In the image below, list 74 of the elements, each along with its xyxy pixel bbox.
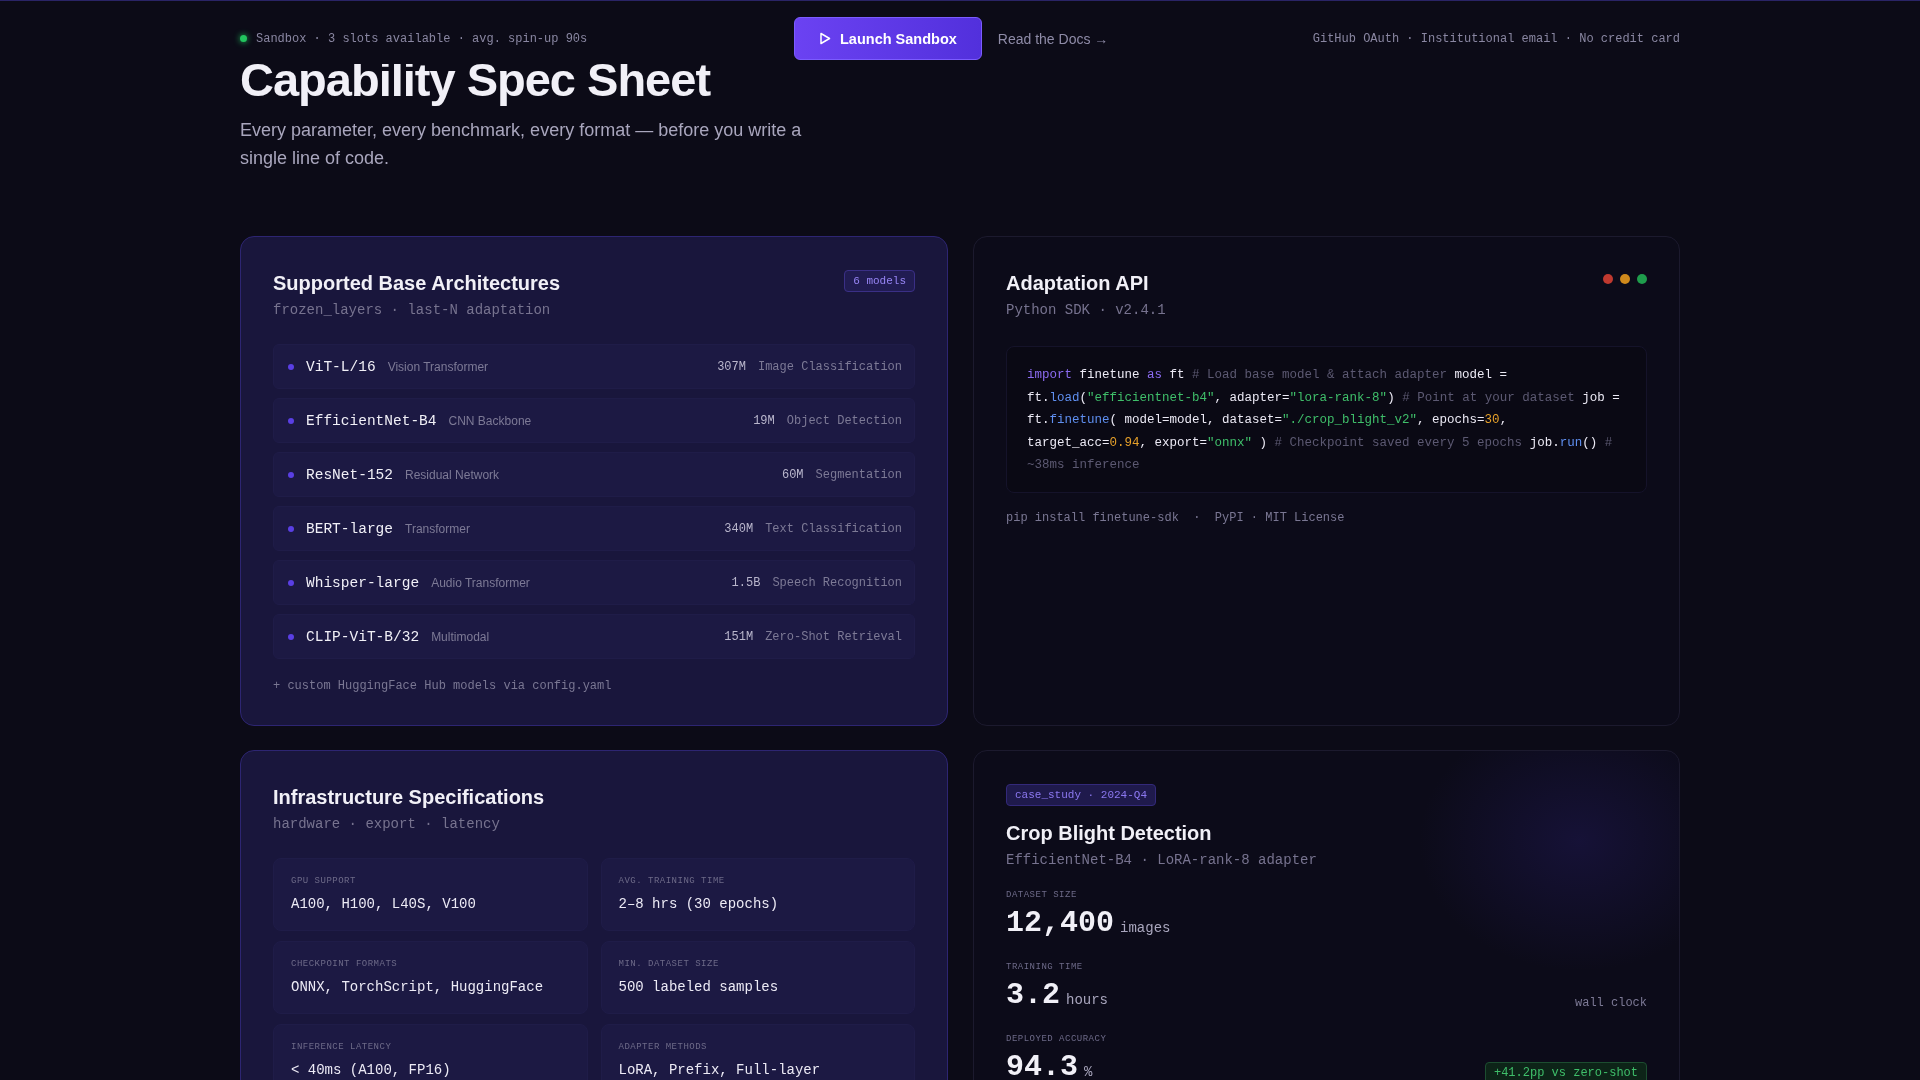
code-block: import finetune as ft # Load base model & attach adapter model = ft.load("efficientnet-b4", adapter="lora-rank-8") # Point at your dataset job = ft.finetune( model=model, dataset="./crop_blight_v2", epochs=30, target_acc=0.94, export="onnx" ) # Checkpoint saved every 5 epochs job.run() # ~38ms inference <box>1006 346 1647 493</box>
spec-label: CHECKPOINT FORMATS <box>291 959 399 969</box>
metric-value: 12,400 <box>1006 906 1115 940</box>
page-subtitle: Every parameter, every benchmark, every format — before you write a single line of code. <box>240 119 803 170</box>
model-family: Transformer <box>405 521 470 536</box>
install-note: pip install finetune-sdk · PyPI · MIT License <box>1006 510 1346 525</box>
metric-label: TRAINING TIME <box>1006 962 1084 972</box>
model-params: 307M <box>717 359 746 374</box>
status-dot <box>240 35 247 42</box>
spec-value: < 40ms (A100, FP16) <box>291 1062 452 1078</box>
model-family: Residual Network <box>405 467 500 482</box>
card-subtitle: frozen_layers · last-N adaptation <box>273 302 552 318</box>
spec-value: 500 labeled samples <box>618 979 780 995</box>
model-params: 60M <box>781 467 804 482</box>
metric-unit: hours <box>1066 992 1109 1008</box>
model-task: Speech Recognition <box>772 575 902 590</box>
auth-info: GitHub OAuth · Institutional email · No credit card <box>1312 31 1680 46</box>
spec-label: ADAPTER METHODS <box>618 1042 708 1052</box>
model-family: Multimodal <box>431 629 490 644</box>
bullet-icon <box>288 633 294 640</box>
card-subtitle: EfficientNet-B4 · LoRA-rank-8 adapter <box>1006 852 1318 868</box>
model-family: CNN Backbone <box>448 413 532 428</box>
metric-value: 3.2 <box>1006 978 1060 1012</box>
model-task: Text Classification <box>765 521 902 536</box>
model-name: ViT-L/16 <box>306 358 376 375</box>
model-task: Segmentation <box>815 467 902 482</box>
bullet-icon <box>288 579 294 586</box>
spec-label: AVG. TRAINING TIME <box>618 876 726 886</box>
card-title: Supported Base Architectures <box>273 271 561 296</box>
model-params: 340M <box>724 521 754 536</box>
docs-link[interactable]: Read the Docs → <box>997 30 1109 47</box>
bullet-icon <box>288 525 294 532</box>
bullet-icon <box>288 417 294 424</box>
metric-value: 94.3 <box>1006 1050 1078 1080</box>
launch-sandbox-button[interactable]: Launch Sandbox <box>794 17 982 60</box>
model-task: Zero-Shot Retrieval <box>765 629 902 644</box>
bullet-icon <box>288 363 294 370</box>
spec-value: 2–8 hrs (30 epochs) <box>618 896 780 912</box>
model-name: ResNet-152 <box>306 466 393 483</box>
metric-unit: % <box>1084 1064 1093 1080</box>
spec-value: ONNX, TorchScript, HuggingFace <box>291 979 545 995</box>
model-name: CLIP-ViT-B/32 <box>306 628 420 645</box>
metric-label: DEPLOYED ACCURACY <box>1006 1034 1108 1044</box>
model-family: Vision Transformer <box>387 359 489 374</box>
delta-badge: +41.2pp vs zero-shot <box>1484 1062 1647 1080</box>
model-name: Whisper-large <box>306 574 420 591</box>
spec-value: A100, H100, L40S, V100 <box>291 896 477 912</box>
card-title: Crop Blight Detection <box>1006 821 1213 846</box>
custom-models-note: + custom HuggingFace Hub models via config.yaml <box>273 679 613 693</box>
metric-label: DATASET SIZE <box>1006 890 1078 900</box>
spec-label: GPU SUPPORT <box>291 876 357 886</box>
spec-label: MIN. DATASET SIZE <box>618 959 720 969</box>
page-title: Capability Spec Sheet <box>240 54 712 106</box>
bullet-icon <box>288 471 294 478</box>
model-params: 1.5B <box>731 575 761 590</box>
card-title: Infrastructure Specifications <box>273 785 546 810</box>
model-params: 151M <box>724 629 754 644</box>
model-name: BERT-large <box>306 520 393 537</box>
card-subtitle: Python SDK · v2.4.1 <box>1006 302 1166 318</box>
model-task: Image Classification <box>757 359 902 374</box>
card-title: Adaptation API <box>1006 271 1150 296</box>
model-family: Audio Transformer <box>431 575 530 590</box>
model-params: 19M <box>753 413 775 428</box>
metric-unit: images <box>1120 920 1171 936</box>
play-icon <box>819 32 831 45</box>
model-name: EfficientNet-B4 <box>306 412 437 429</box>
sandbox-status: Sandbox · 3 slots available · avg. spin-up 90s <box>256 31 588 46</box>
spec-value: LoRA, Prefix, Full-layer <box>618 1062 822 1078</box>
model-count-badge: 6 models <box>844 270 915 292</box>
metric-note: wall clock <box>1575 996 1647 1010</box>
case-study-tag: case_study · 2024-Q4 <box>1006 784 1157 806</box>
card-subtitle: hardware · export · latency <box>273 816 501 832</box>
spec-label: INFERENCE LATENCY <box>291 1042 393 1052</box>
model-task: Object Detection <box>786 413 902 428</box>
